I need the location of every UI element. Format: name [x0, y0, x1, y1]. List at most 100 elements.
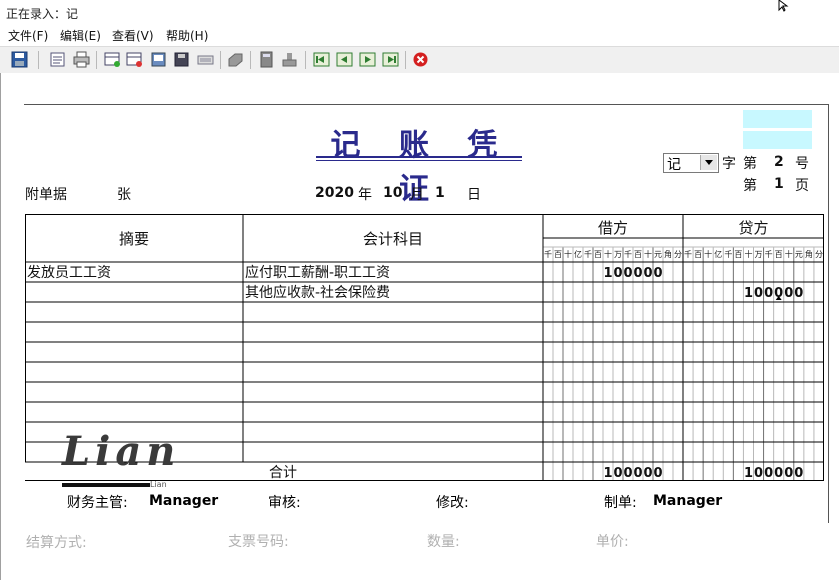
window-title: 正在录入：记: [6, 7, 79, 21]
menu-file[interactable]: 文件(F): [8, 27, 48, 44]
di-label: 第: [743, 156, 757, 172]
total-debit-digit: 0: [613, 466, 622, 481]
stamp-icon[interactable]: [281, 51, 298, 68]
debit-digit-header: 千: [544, 249, 552, 259]
debit-digit-header: 十: [564, 249, 572, 259]
summary-header: 摘要: [119, 230, 149, 248]
attachments-count: 张: [117, 187, 131, 203]
credit-header: 贷方: [738, 219, 768, 237]
date-day[interactable]: 1: [435, 185, 445, 201]
modify-label: 修改:: [436, 495, 469, 511]
total-credit-digit: 0: [754, 466, 763, 481]
unit-price-label[interactable]: 单价:: [596, 531, 629, 551]
watermark-logo: Lian: [62, 428, 181, 475]
quantity-label[interactable]: 数量:: [427, 531, 460, 551]
debit-digit: 0: [613, 266, 622, 281]
delete-row-icon[interactable]: [126, 51, 143, 68]
credit-digit: 0: [794, 286, 803, 301]
debit-digit-header: 千: [584, 249, 592, 259]
debit-digit-header: 十: [644, 249, 652, 259]
book-icon[interactable]: [150, 51, 167, 68]
print-icon[interactable]: [73, 51, 90, 68]
insert-row-icon[interactable]: [104, 51, 121, 68]
next-record-icon[interactable]: [359, 51, 376, 68]
puzzle-icon[interactable]: [227, 51, 244, 68]
settlement-label[interactable]: 结算方式:: [26, 532, 87, 552]
menu-view[interactable]: 查看(V): [112, 27, 154, 44]
credit-digit: 0: [764, 286, 773, 301]
entry-summary[interactable]: 发放员工工资: [27, 265, 111, 281]
debit-digit-header: 亿: [574, 249, 582, 259]
credit-digit-header: 十: [785, 249, 793, 259]
month-label: 月: [410, 187, 424, 203]
di-label: 第: [743, 178, 757, 194]
save-icon[interactable]: [11, 51, 28, 68]
previous-record-icon[interactable]: [336, 51, 353, 68]
cyan-field[interactable]: [743, 110, 812, 128]
debit-digit-header: 百: [554, 250, 562, 259]
hao-label: 号: [795, 156, 809, 172]
total-label: 合计: [269, 465, 297, 481]
credit-digit-header: 千: [765, 249, 773, 259]
voucher-type-select[interactable]: 记: [663, 153, 719, 173]
voucher-type-value: 记: [667, 157, 681, 173]
voucher-number: 2: [774, 154, 784, 170]
total-debit-digit: 0: [653, 466, 662, 481]
credit-digit-header: 十: [744, 249, 752, 259]
debit-digit: 1: [603, 266, 612, 281]
year-label: 年: [358, 187, 372, 203]
preparer-label: 制单:: [604, 495, 637, 511]
menu-bar: 文件(F) 编辑(E) 查看(V) 帮助(H): [0, 24, 839, 46]
calculator-icon[interactable]: [258, 51, 275, 68]
credit-digit-header: 分: [815, 250, 823, 259]
preview-icon[interactable]: [49, 51, 66, 68]
floppy-icon[interactable]: [173, 51, 190, 68]
credit-digit: 0: [754, 286, 763, 301]
entry-account[interactable]: 应付职工薪酬-职工工资: [245, 264, 390, 281]
debit-digit: 0: [623, 266, 632, 281]
debit-digit-header: 分: [674, 250, 682, 259]
close-icon[interactable]: [412, 51, 429, 68]
debit-digit: 0: [643, 266, 652, 281]
keyboard-icon[interactable]: [197, 51, 214, 68]
credit-digit-header: 千: [724, 249, 732, 259]
debit-digit-header: 元: [654, 250, 662, 259]
page-number: 1: [774, 176, 784, 192]
date-month[interactable]: 10: [383, 185, 402, 201]
date-year[interactable]: 2020: [315, 185, 354, 201]
menu-edit[interactable]: 编辑(E): [60, 27, 101, 44]
debit-digit: 0: [633, 266, 642, 281]
menu-help[interactable]: 帮助(H): [166, 27, 208, 44]
cyan-field[interactable]: [743, 131, 812, 149]
debit-digit-header: 百: [634, 250, 642, 259]
credit-digit-header: 万: [755, 250, 763, 259]
title-bar: 正在录入：记: [0, 0, 839, 24]
preparer-value: Manager: [653, 493, 723, 509]
total-debit-digit: 0: [633, 466, 642, 481]
debit-digit-header: 角: [664, 249, 672, 259]
chevron-down-icon[interactable]: [700, 155, 717, 170]
credit-digit-header: 元: [795, 250, 803, 259]
review-label: 审核:: [268, 495, 301, 511]
total-credit-digit: 0: [764, 466, 773, 481]
last-record-icon[interactable]: [382, 51, 399, 68]
credit-digit: 0: [784, 286, 793, 301]
day-label: 日: [467, 187, 481, 203]
first-record-icon[interactable]: [313, 51, 330, 68]
total-credit-digit: 0: [794, 466, 803, 481]
credit-digit-header: 百: [775, 250, 783, 259]
credit-digit-header: 亿: [714, 249, 722, 259]
debit-digit-header: 十: [604, 249, 612, 259]
watermark-small: Lian: [150, 480, 167, 489]
title-underline: [316, 156, 522, 158]
credit-digit: 1: [744, 286, 753, 301]
check-number-label[interactable]: 支票号码:: [228, 531, 289, 551]
debit-digit-header: 万: [614, 250, 622, 259]
total-credit-digit: 1: [744, 466, 753, 481]
credit-digit-header: 角: [805, 249, 813, 259]
debit-digit-header: 千: [624, 249, 632, 259]
total-credit-digit: 0: [784, 466, 793, 481]
total-debit-digit: 1: [603, 466, 612, 481]
entry-account[interactable]: 其他应收款-社会保险费: [245, 284, 390, 301]
debit-header: 借方: [598, 219, 628, 237]
